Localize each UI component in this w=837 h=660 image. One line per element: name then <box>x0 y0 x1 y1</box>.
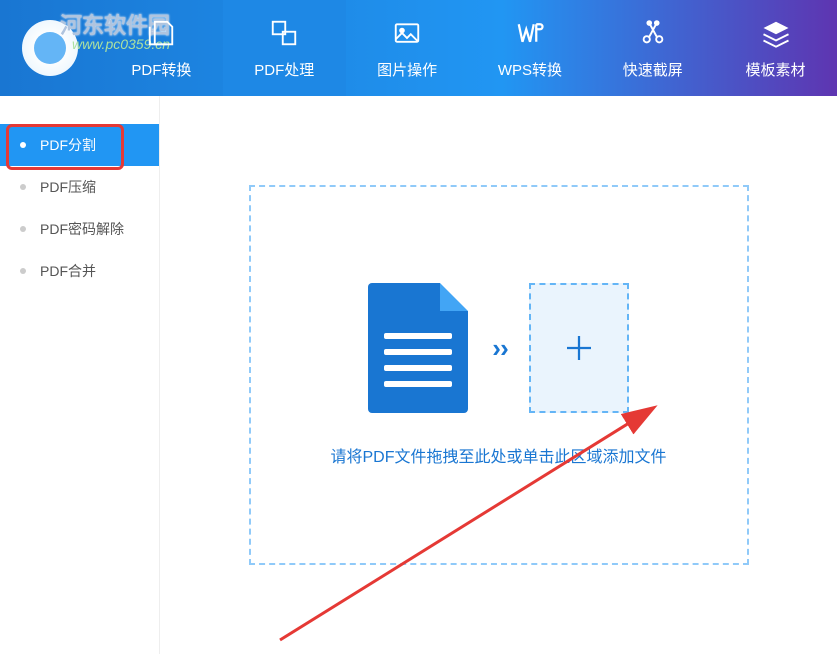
nav-label: 快速截屏 <box>623 59 683 80</box>
arrow-icon: › › <box>492 333 505 364</box>
sidebar-item-pdf-split[interactable]: PDF分割 <box>0 124 159 166</box>
sidebar-item-label: PDF压缩 <box>40 177 96 197</box>
pdf-process-icon <box>268 17 300 49</box>
content-area: › › 请将PDF文件拖拽至此处或单击此区域添加文件 <box>160 96 837 654</box>
sidebar-item-label: PDF密码解除 <box>40 219 124 239</box>
add-file-box <box>529 283 629 413</box>
nav-label: WPS转换 <box>498 59 562 80</box>
pdf-convert-icon <box>145 17 177 49</box>
file-drop-zone[interactable]: › › 请将PDF文件拖拽至此处或单击此区域添加文件 <box>249 185 749 565</box>
nav-label: 模板素材 <box>746 59 806 80</box>
nav-label: PDF转换 <box>131 59 191 80</box>
sidebar-item-label: PDF分割 <box>40 135 96 155</box>
main-area: PDF分割 PDF压缩 PDF密码解除 PDF合并 › › <box>0 96 837 654</box>
nav-pdf-convert[interactable]: PDF转换 <box>100 0 223 96</box>
logo <box>0 0 100 96</box>
sidebar: PDF分割 PDF压缩 PDF密码解除 PDF合并 <box>0 96 160 654</box>
screenshot-icon <box>637 17 669 49</box>
sidebar-item-pdf-merge[interactable]: PDF合并 <box>0 250 159 292</box>
wps-convert-icon <box>514 17 546 49</box>
nav-image-ops[interactable]: 图片操作 <box>346 0 469 96</box>
nav-label: PDF处理 <box>254 59 314 80</box>
nav-wps-convert[interactable]: WPS转换 <box>468 0 591 96</box>
document-icon <box>368 283 468 413</box>
nav-label: 图片操作 <box>377 59 437 80</box>
sidebar-item-pdf-decrypt[interactable]: PDF密码解除 <box>0 208 159 250</box>
sidebar-item-pdf-compress[interactable]: PDF压缩 <box>0 166 159 208</box>
drop-instruction-text: 请将PDF文件拖拽至此处或单击此区域添加文件 <box>330 443 666 467</box>
drop-visual: › › <box>368 283 629 413</box>
templates-icon <box>760 17 792 49</box>
image-ops-icon <box>391 17 423 49</box>
nav-templates[interactable]: 模板素材 <box>714 0 837 96</box>
bullet-icon <box>20 184 26 190</box>
nav-pdf-process[interactable]: PDF处理 <box>223 0 346 96</box>
nav-screenshot[interactable]: 快速截屏 <box>591 0 714 96</box>
top-navigation: 河东软件园 www.pc0359.cn PDF转换 PDF处理 图片操作 WPS… <box>0 0 837 96</box>
nav-items: PDF转换 PDF处理 图片操作 WPS转换 快速截屏 <box>100 0 837 96</box>
bullet-icon <box>20 226 26 232</box>
sidebar-item-label: PDF合并 <box>40 261 96 281</box>
bullet-icon <box>20 142 26 148</box>
bullet-icon <box>20 268 26 274</box>
